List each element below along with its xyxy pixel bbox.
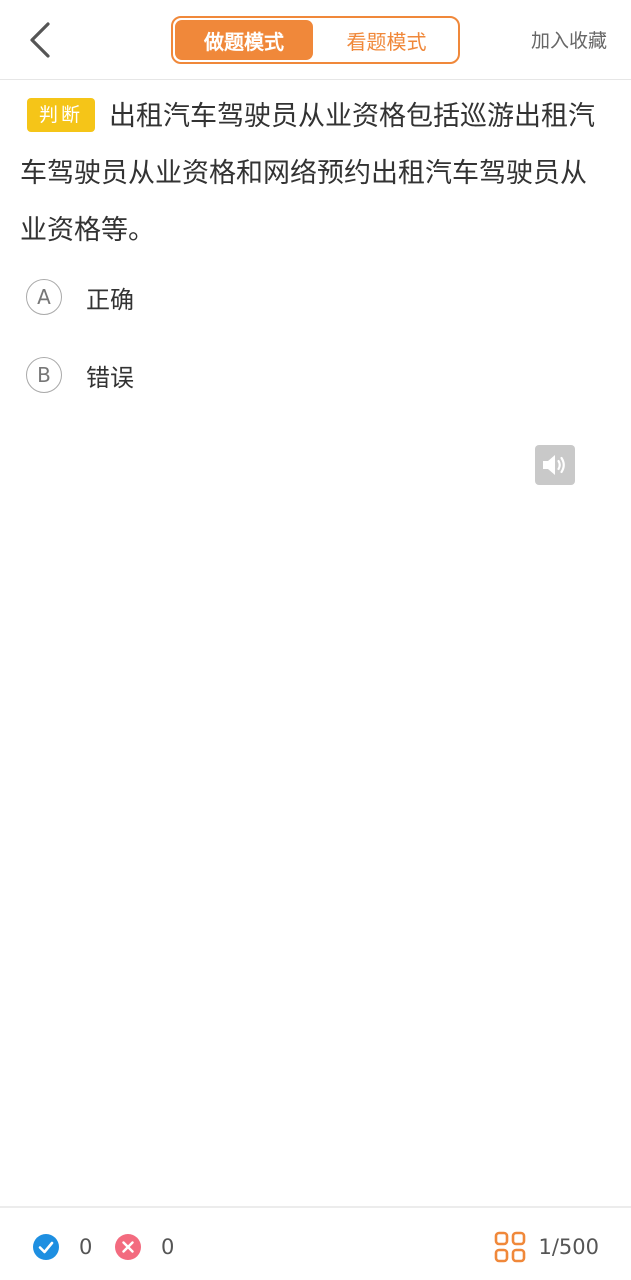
check-circle-icon	[33, 1234, 59, 1260]
question-text: 出租汽车驾驶员从业资格包括巡游出租汽车驾驶员从业资格和网络预约出租汽车驾驶员从业…	[20, 101, 596, 246]
grid-icon	[495, 1231, 526, 1263]
wrong-count: 0	[161, 1235, 175, 1259]
x-circle-icon	[115, 1234, 141, 1260]
tab-review-mode[interactable]: 看题模式	[315, 18, 458, 62]
top-bar: 做题模式 看题模式 加入收藏	[0, 0, 631, 80]
option-b[interactable]: B 错误	[26, 356, 134, 394]
chevron-left-icon	[30, 22, 50, 58]
question-type-badge: 判断	[27, 97, 96, 132]
wrong-stat: 0	[115, 1234, 174, 1260]
correct-count: 0	[79, 1235, 93, 1259]
option-letter: B	[26, 357, 62, 393]
option-label: 错误	[86, 363, 134, 392]
speaker-icon	[543, 455, 565, 475]
app-root: 做题模式 看题模式 加入收藏 判断 出租汽车驾驶员从业资格包括巡游出租汽车驾驶员从…	[0, 0, 631, 1280]
bottom-bar: 0 0 1/500	[0, 1206, 631, 1280]
progress-counter: 1/500	[538, 1235, 599, 1259]
mode-toggle: 做题模式 看题模式	[171, 16, 460, 64]
question-block: 判断 出租汽车驾驶员从业资格包括巡游出租汽车驾驶员从业资格和网络预约出租汽车驾驶员…	[20, 88, 612, 259]
tab-practice-mode[interactable]: 做题模式	[175, 20, 313, 60]
add-to-favorites-button[interactable]: 加入收藏	[531, 26, 607, 53]
read-aloud-button[interactable]	[535, 445, 575, 485]
question-index-button[interactable]: 1/500	[494, 1230, 599, 1264]
correct-stat: 0	[33, 1234, 92, 1260]
back-button[interactable]	[20, 18, 60, 62]
option-label: 正确	[86, 285, 134, 314]
option-letter: A	[26, 279, 62, 315]
option-a[interactable]: A 正确	[26, 278, 134, 316]
